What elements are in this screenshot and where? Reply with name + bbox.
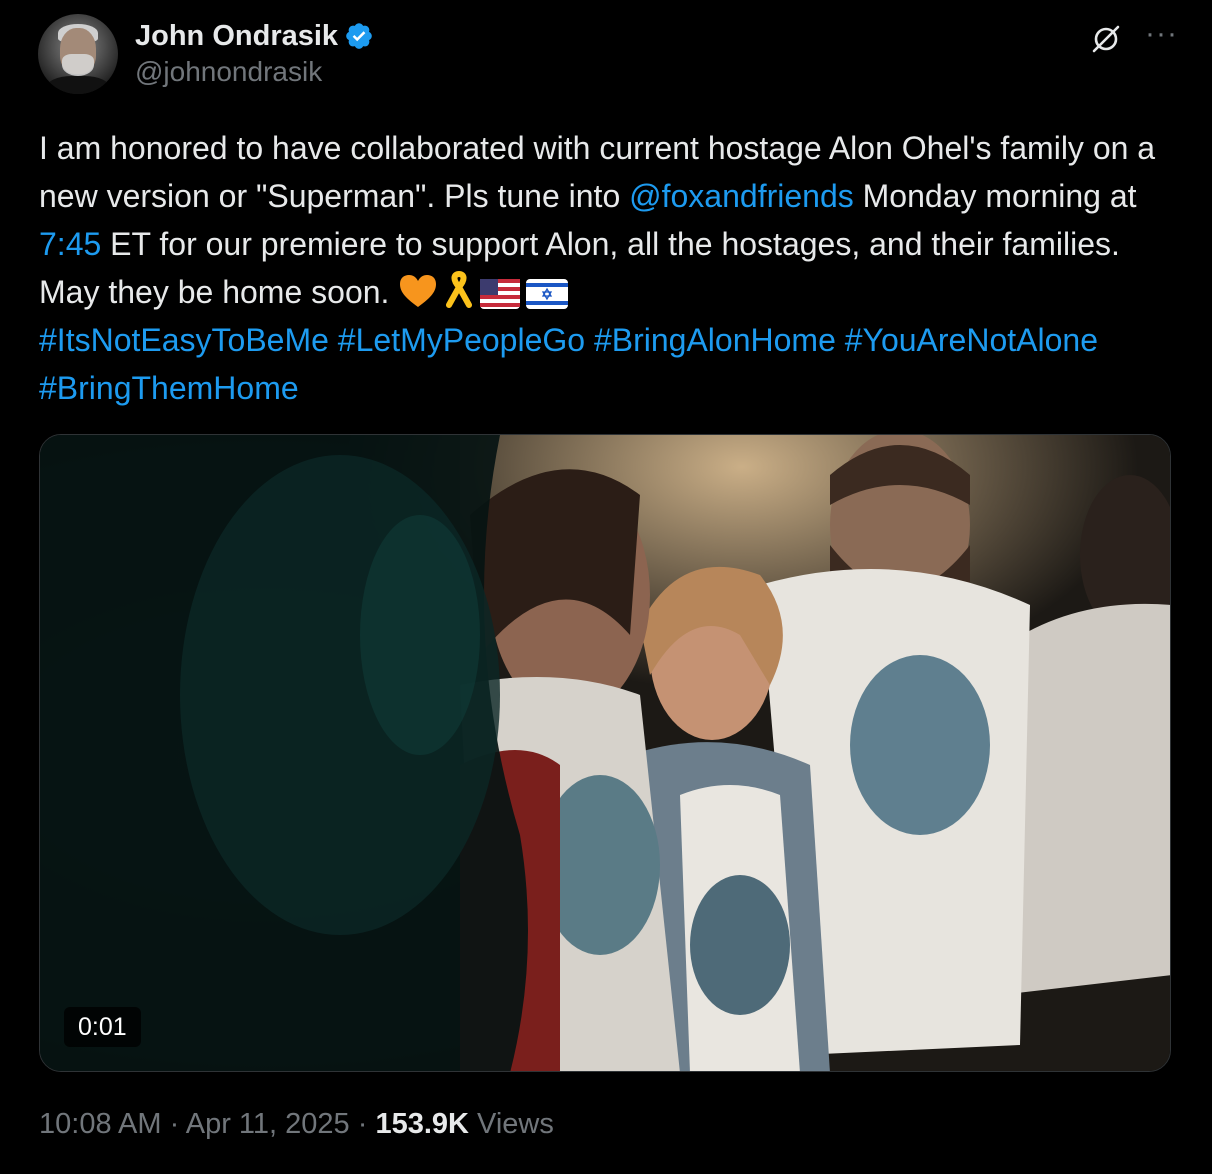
author-display-name[interactable]: John Ondrasik <box>135 20 338 53</box>
us-flag-icon <box>480 279 521 309</box>
tweet-time[interactable]: 10:08 AM <box>39 1108 162 1140</box>
author-handle[interactable]: @johnondrasik <box>135 56 374 88</box>
views-label: Views <box>477 1108 554 1140</box>
video-duration: 0:01 <box>64 1007 141 1047</box>
views-count[interactable]: 153.9K <box>375 1108 469 1140</box>
israel-flag-icon <box>526 279 569 309</box>
tweet-date[interactable]: Apr 11, 2025 <box>186 1108 350 1140</box>
hashtag-link[interactable]: #LetMyPeopleGo <box>338 322 585 358</box>
author-avatar[interactable] <box>38 14 118 94</box>
mention-link[interactable]: @foxandfriends <box>629 178 854 214</box>
tweet-top-actions: ··· <box>1089 19 1178 56</box>
hashtag-link[interactable]: #ItsNotEasyToBeMe <box>39 322 329 358</box>
tweet-page: John Ondrasik @johnondrasik ··· I am hon… <box>0 0 1212 1174</box>
tweet-meta: 10:08 AM · Apr 11, 2025 · 153.9K Views <box>39 1108 554 1141</box>
orange-heart-icon <box>400 275 437 307</box>
author-info: John Ondrasik @johnondrasik <box>135 18 374 88</box>
video-frame <box>40 435 1170 1071</box>
tweet-text: I am honored to have collaborated with c… <box>39 124 1159 412</box>
grok-icon[interactable] <box>1089 22 1123 56</box>
yellow-ribbon-icon <box>446 271 473 308</box>
time-link[interactable]: 7:45 <box>39 226 101 262</box>
meta-separator: · <box>169 1108 180 1140</box>
author-name-row: John Ondrasik <box>135 18 374 54</box>
video-player[interactable]: 0:01 <box>39 434 1171 1072</box>
tweet-text-part-2: Monday morning at <box>853 178 1137 214</box>
hashtag-link[interactable]: #BringThemHome <box>39 370 299 406</box>
tweet-text-part-3: ET for our premiere to support Alon, all… <box>39 226 1120 310</box>
more-options-icon[interactable]: ··· <box>1145 19 1178 49</box>
hashtag-link[interactable]: #YouAreNotAlone <box>845 322 1098 358</box>
meta-separator: · <box>357 1108 368 1140</box>
tweet-header: John Ondrasik @johnondrasik ··· <box>38 14 1178 96</box>
verified-badge-icon[interactable] <box>344 21 374 51</box>
hashtag-link[interactable]: #BringAlonHome <box>594 322 836 358</box>
